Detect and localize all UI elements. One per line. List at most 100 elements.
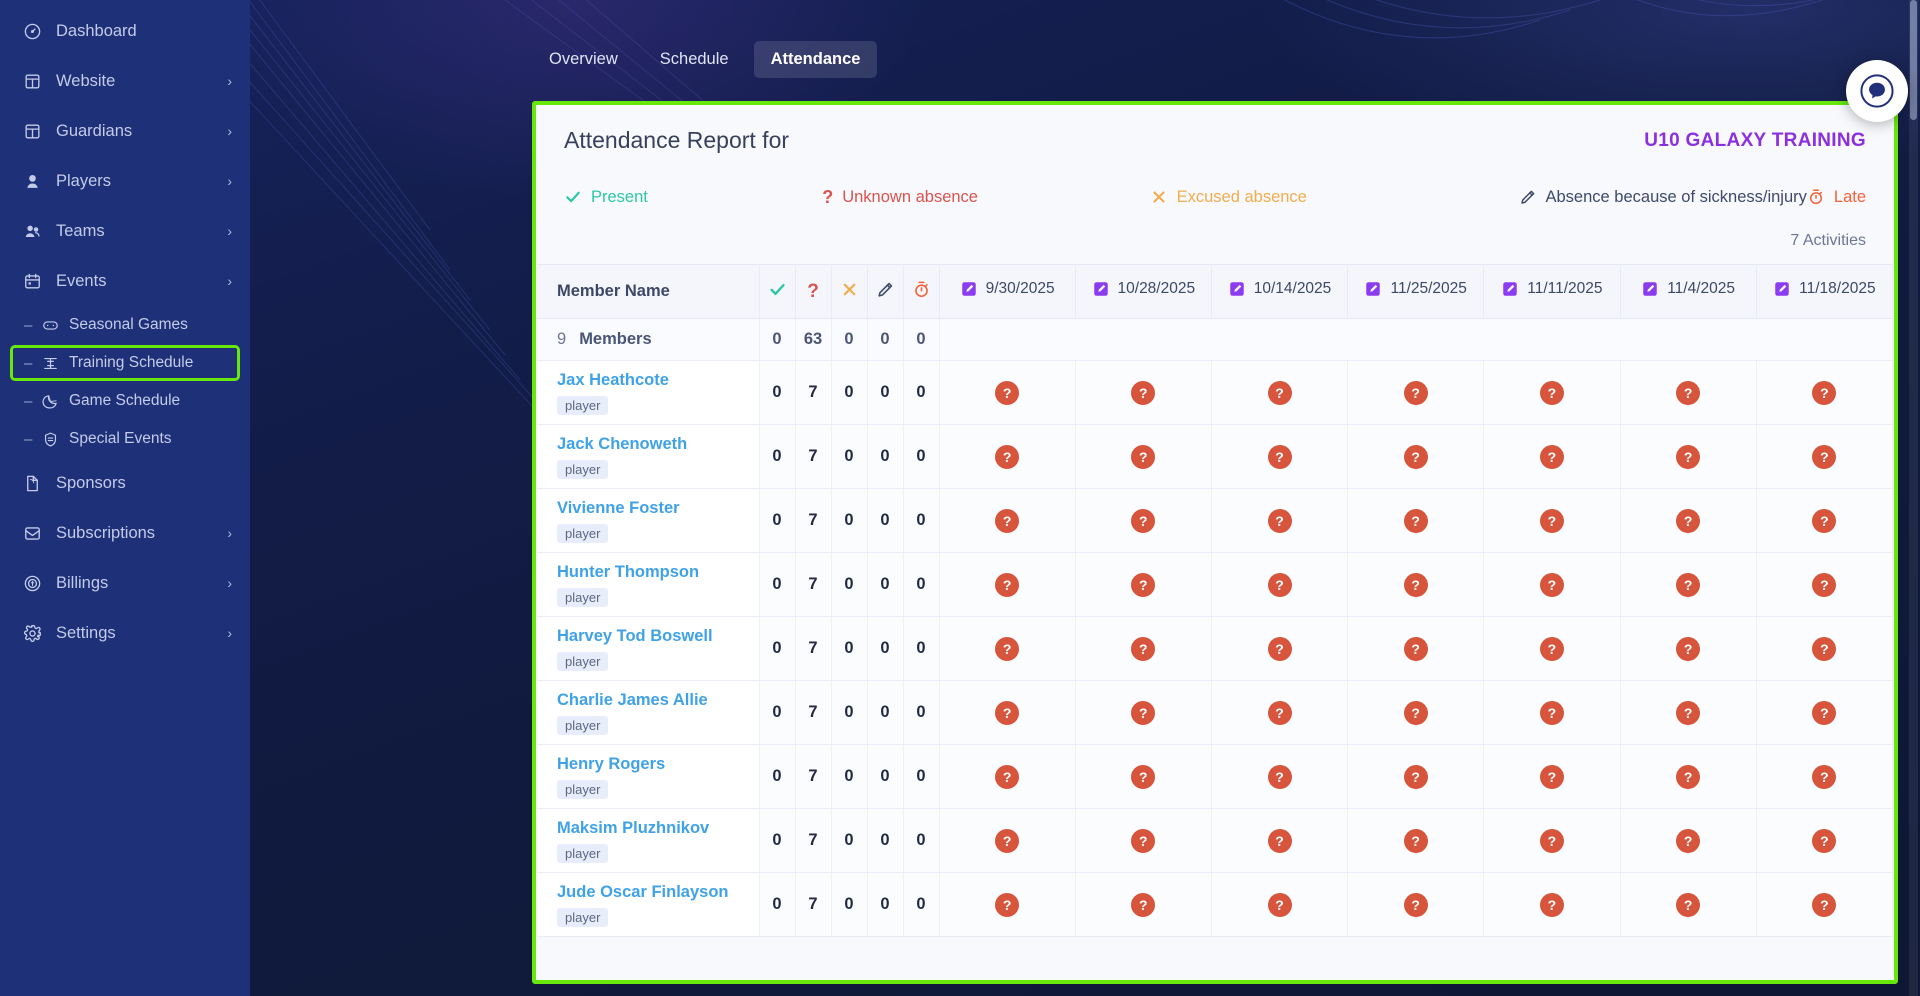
- unknown-absence-icon[interactable]: ?: [1267, 892, 1292, 917]
- attendance-mark-cell[interactable]: ?: [939, 616, 1076, 681]
- attendance-mark-cell[interactable]: ?: [1483, 488, 1621, 553]
- unknown-absence-icon[interactable]: ?: [1812, 636, 1837, 661]
- unknown-absence-icon[interactable]: ?: [995, 700, 1020, 725]
- attendance-mark-cell[interactable]: ?: [1756, 872, 1894, 937]
- member-name-link[interactable]: Harvey Tod Boswell: [557, 626, 759, 647]
- attendance-mark-cell[interactable]: ?: [1075, 872, 1212, 937]
- member-name-link[interactable]: Jack Chenoweth: [557, 434, 759, 455]
- attendance-mark-cell[interactable]: ?: [1347, 616, 1485, 681]
- attendance-mark-cell[interactable]: ?: [939, 552, 1076, 617]
- member-name-link[interactable]: Jude Oscar Finlayson: [557, 882, 759, 903]
- attendance-mark-cell[interactable]: ?: [1211, 488, 1349, 553]
- unknown-absence-icon[interactable]: ?: [995, 892, 1020, 917]
- tab-overview[interactable]: Overview: [532, 41, 635, 78]
- column-header-date[interactable]: 10/28/2025: [1075, 264, 1212, 319]
- tab-schedule[interactable]: Schedule: [643, 41, 746, 78]
- attendance-mark-cell[interactable]: ?: [1075, 808, 1212, 873]
- column-header-date[interactable]: 11/4/2025: [1620, 264, 1757, 319]
- attendance-mark-cell[interactable]: ?: [1483, 680, 1621, 745]
- attendance-mark-cell[interactable]: ?: [1483, 552, 1621, 617]
- unknown-absence-icon[interactable]: ?: [1676, 444, 1701, 469]
- unknown-absence-icon[interactable]: ?: [995, 508, 1020, 533]
- unknown-absence-icon[interactable]: ?: [1267, 636, 1292, 661]
- unknown-absence-icon[interactable]: ?: [1539, 444, 1564, 469]
- unknown-absence-icon[interactable]: ?: [1131, 764, 1156, 789]
- unknown-absence-icon[interactable]: ?: [1403, 572, 1428, 597]
- chat-widget-button[interactable]: [1846, 60, 1908, 122]
- unknown-absence-icon[interactable]: ?: [1539, 892, 1564, 917]
- member-name-link[interactable]: Charlie James Allie: [557, 690, 759, 711]
- sidebar-item-website[interactable]: Website ›: [0, 56, 250, 106]
- attendance-mark-cell[interactable]: ?: [1211, 744, 1349, 809]
- unknown-absence-icon[interactable]: ?: [1267, 764, 1292, 789]
- sidebar-item-players[interactable]: Players ›: [0, 156, 250, 206]
- attendance-mark-cell[interactable]: ?: [939, 424, 1076, 489]
- unknown-absence-icon[interactable]: ?: [1539, 700, 1564, 725]
- unknown-absence-icon[interactable]: ?: [1131, 828, 1156, 853]
- sidebar-item-special-events[interactable]: – Special Events: [0, 420, 250, 458]
- column-header-cross[interactable]: [831, 264, 868, 319]
- attendance-mark-cell[interactable]: ?: [1075, 488, 1212, 553]
- unknown-absence-icon[interactable]: ?: [1539, 636, 1564, 661]
- unknown-absence-icon[interactable]: ?: [1539, 508, 1564, 533]
- attendance-mark-cell[interactable]: ?: [1483, 360, 1621, 425]
- column-header-date[interactable]: 11/11/2025: [1483, 264, 1621, 319]
- unknown-absence-icon[interactable]: ?: [1676, 508, 1701, 533]
- unknown-absence-icon[interactable]: ?: [1812, 764, 1837, 789]
- attendance-mark-cell[interactable]: ?: [1211, 808, 1349, 873]
- sidebar-item-sponsors[interactable]: Sponsors: [0, 458, 250, 508]
- sidebar-item-game-schedule[interactable]: – Game Schedule: [0, 382, 250, 420]
- attendance-mark-cell[interactable]: ?: [939, 488, 1076, 553]
- attendance-mark-cell[interactable]: ?: [939, 360, 1076, 425]
- unknown-absence-icon[interactable]: ?: [995, 828, 1020, 853]
- sidebar-item-events[interactable]: Events ›: [0, 256, 250, 306]
- unknown-absence-icon[interactable]: ?: [1403, 444, 1428, 469]
- column-header-date[interactable]: 10/14/2025: [1211, 264, 1349, 319]
- unknown-absence-icon[interactable]: ?: [1812, 444, 1837, 469]
- member-name-link[interactable]: Henry Rogers: [557, 754, 759, 775]
- unknown-absence-icon[interactable]: ?: [1812, 572, 1837, 597]
- column-header-date[interactable]: 9/30/2025: [939, 264, 1076, 319]
- unknown-absence-icon[interactable]: ?: [1539, 828, 1564, 853]
- attendance-mark-cell[interactable]: ?: [939, 744, 1076, 809]
- unknown-absence-icon[interactable]: ?: [1267, 508, 1292, 533]
- column-header-pencil[interactable]: [867, 264, 904, 319]
- unknown-absence-icon[interactable]: ?: [995, 764, 1020, 789]
- unknown-absence-icon[interactable]: ?: [995, 444, 1020, 469]
- member-name-link[interactable]: Vivienne Foster: [557, 498, 759, 519]
- attendance-mark-cell[interactable]: ?: [1483, 424, 1621, 489]
- unknown-absence-icon[interactable]: ?: [1403, 828, 1428, 853]
- attendance-mark-cell[interactable]: ?: [1620, 616, 1757, 681]
- sidebar-item-guardians[interactable]: Guardians ›: [0, 106, 250, 156]
- unknown-absence-icon[interactable]: ?: [1131, 636, 1156, 661]
- unknown-absence-icon[interactable]: ?: [1403, 892, 1428, 917]
- unknown-absence-icon[interactable]: ?: [1131, 700, 1156, 725]
- unknown-absence-icon[interactable]: ?: [1812, 380, 1837, 405]
- column-header-date[interactable]: 11/25/2025: [1347, 264, 1485, 319]
- attendance-mark-cell[interactable]: ?: [1620, 424, 1757, 489]
- unknown-absence-icon[interactable]: ?: [1267, 828, 1292, 853]
- attendance-mark-cell[interactable]: ?: [1756, 360, 1894, 425]
- column-header-date[interactable]: 11/18/2025: [1756, 264, 1894, 319]
- attendance-mark-cell[interactable]: ?: [1756, 616, 1894, 681]
- unknown-absence-icon[interactable]: ?: [1539, 764, 1564, 789]
- attendance-mark-cell[interactable]: ?: [1756, 808, 1894, 873]
- unknown-absence-icon[interactable]: ?: [995, 572, 1020, 597]
- unknown-absence-icon[interactable]: ?: [1267, 380, 1292, 405]
- attendance-mark-cell[interactable]: ?: [1347, 488, 1485, 553]
- unknown-absence-icon[interactable]: ?: [1812, 700, 1837, 725]
- unknown-absence-icon[interactable]: ?: [1403, 700, 1428, 725]
- attendance-mark-cell[interactable]: ?: [1620, 552, 1757, 617]
- column-header-question[interactable]: ?: [795, 264, 832, 319]
- attendance-mark-cell[interactable]: ?: [1347, 808, 1485, 873]
- unknown-absence-icon[interactable]: ?: [1676, 636, 1701, 661]
- attendance-mark-cell[interactable]: ?: [1756, 424, 1894, 489]
- column-header-check[interactable]: [759, 264, 796, 319]
- member-name-link[interactable]: Jax Heathcote: [557, 370, 759, 391]
- sidebar-item-subscriptions[interactable]: Subscriptions ›: [0, 508, 250, 558]
- attendance-mark-cell[interactable]: ?: [1620, 488, 1757, 553]
- unknown-absence-icon[interactable]: ?: [1267, 444, 1292, 469]
- unknown-absence-icon[interactable]: ?: [995, 380, 1020, 405]
- attendance-mark-cell[interactable]: ?: [1347, 424, 1485, 489]
- attendance-mark-cell[interactable]: ?: [1211, 616, 1349, 681]
